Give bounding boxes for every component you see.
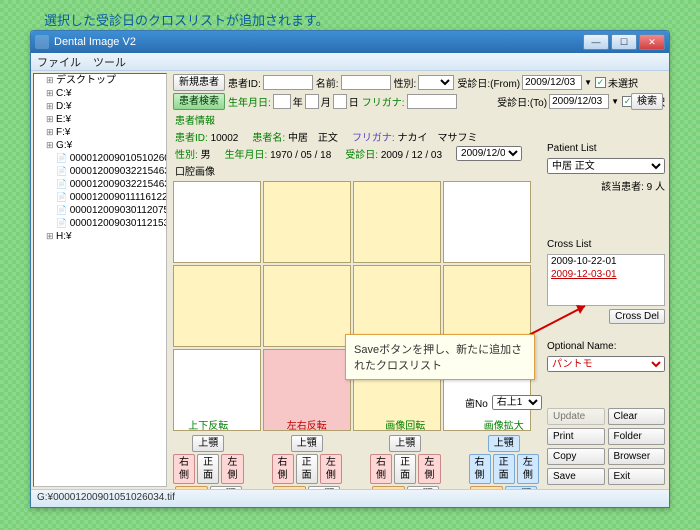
- update-button: Update: [547, 408, 605, 425]
- tree-drive[interactable]: H:¥: [44, 230, 166, 243]
- titlebar: Dental Image V2 — ☐ ✕: [31, 31, 669, 53]
- op-upper[interactable]: 上顎: [389, 435, 421, 452]
- menu-tool[interactable]: ツール: [93, 54, 126, 70]
- name-input[interactable]: [341, 75, 391, 90]
- grid-cell[interactable]: [443, 181, 531, 263]
- tooth-no-label: 歯No: [465, 395, 488, 410]
- tree-root[interactable]: デスクトップ: [44, 74, 166, 87]
- tree-drive[interactable]: F:¥: [44, 126, 166, 139]
- close-button[interactable]: ✕: [639, 34, 665, 50]
- birth-search-label: 生年月日:: [228, 94, 271, 109]
- optional-name-select[interactable]: パントモ: [547, 356, 665, 372]
- furigana-input[interactable]: [407, 94, 457, 109]
- print-button[interactable]: Print: [547, 428, 605, 445]
- tree-file[interactable]: 000012009032215463910.JPG: [54, 165, 166, 178]
- folder-tree[interactable]: デスクトップ C:¥ D:¥ E:¥ F:¥ G:¥ 0000120090105…: [33, 73, 167, 487]
- op-left[interactable]: 左側: [221, 454, 243, 484]
- visit-to-input[interactable]: [549, 94, 609, 109]
- grid-cell[interactable]: [263, 265, 351, 347]
- callout-box: Saveボタンを押し、新たに追加されたクロスリスト: [345, 334, 535, 380]
- op-front[interactable]: 正面: [296, 454, 318, 484]
- grid-cell[interactable]: [173, 265, 261, 347]
- patient-id-value: 10002: [211, 133, 239, 144]
- app-window: Dental Image V2 — ☐ ✕ ファイル ツール デスクトップ C:…: [30, 30, 670, 508]
- visit-from-input[interactable]: [522, 75, 582, 90]
- sex-select[interactable]: [418, 75, 454, 90]
- tree-drive[interactable]: D:¥: [44, 100, 166, 113]
- op-left[interactable]: 左側: [418, 454, 440, 484]
- status-bar: G:¥00001200901051026034.tif: [31, 489, 669, 507]
- op-left[interactable]: 左側: [517, 454, 539, 484]
- save-button[interactable]: Save: [547, 468, 605, 485]
- patient-id-input[interactable]: [263, 75, 313, 90]
- grid-cell[interactable]: [173, 181, 261, 263]
- from-unselected-checkbox[interactable]: ✓未選択: [595, 75, 638, 90]
- name-label: 名前:: [316, 75, 339, 90]
- cross-list[interactable]: 2009-10-22-01 2009-12-03-01: [547, 254, 665, 306]
- cross-list-label: Cross List: [547, 239, 665, 250]
- optional-name-label: Optional Name:: [547, 341, 665, 352]
- op-upper[interactable]: 上顎: [488, 435, 520, 452]
- sex-label: 性別:: [394, 75, 417, 90]
- birth-y[interactable]: [273, 94, 291, 109]
- app-icon: [35, 35, 49, 49]
- tree-file[interactable]: 000012009011116122U.JPG: [54, 191, 166, 204]
- search-patient-button[interactable]: 患者検索: [173, 93, 225, 110]
- visit-from-label: 受診日:(From): [457, 75, 520, 90]
- patient-birth-value: 1970 / 05 / 18: [270, 150, 331, 161]
- tooth-no-select[interactable]: 右上1: [492, 395, 542, 410]
- assigned-count: 9: [647, 182, 653, 193]
- op-front[interactable]: 正面: [197, 454, 219, 484]
- browser-button[interactable]: Browser: [608, 448, 666, 465]
- op-right[interactable]: 右側: [272, 454, 294, 484]
- patient-name-value: 中居 正文: [288, 133, 338, 144]
- maximize-button[interactable]: ☐: [611, 34, 637, 50]
- patient-id-label: 患者ID:: [228, 75, 261, 90]
- patient-visit-value: 2009 / 12 / 03: [381, 150, 442, 161]
- main-panel: 新規患者 患者ID: 名前: 性別: 受診日:(From)▼ ✓未選択 患者検索…: [169, 71, 669, 489]
- menu-file[interactable]: ファイル: [37, 54, 81, 70]
- clear-button[interactable]: Clear: [608, 408, 666, 425]
- tree-file[interactable]: 000012009030112153769L.JPG: [54, 217, 166, 230]
- op-front[interactable]: 正面: [493, 454, 515, 484]
- search-button[interactable]: 検索: [631, 93, 663, 110]
- op-front[interactable]: 正面: [394, 454, 416, 484]
- tree-drive[interactable]: C:¥: [44, 87, 166, 100]
- op-right[interactable]: 右側: [173, 454, 195, 484]
- visit-to-label: 受診日:(To): [497, 94, 547, 109]
- cross-del-button[interactable]: Cross Del: [609, 309, 665, 324]
- cross-list-item[interactable]: 2009-12-03-01: [548, 268, 664, 281]
- tree-file[interactable]: 000012009032215463910.JPG: [54, 178, 166, 191]
- tree-drive[interactable]: E:¥: [44, 113, 166, 126]
- exit-button[interactable]: Exit: [608, 468, 666, 485]
- menubar: ファイル ツール: [31, 53, 669, 71]
- minimize-button[interactable]: —: [583, 34, 609, 50]
- furigana-search-label: フリガナ:: [362, 94, 405, 109]
- window-title: Dental Image V2: [54, 36, 136, 48]
- op-left[interactable]: 左側: [320, 454, 342, 484]
- patient-furigana-value: ナカイ マサフミ: [398, 133, 478, 144]
- patient-sex-value: 男: [201, 150, 211, 161]
- patient-info-label: 患者情報: [171, 111, 667, 128]
- tree-drive[interactable]: G:¥: [44, 139, 166, 152]
- birth-d[interactable]: [333, 94, 347, 109]
- copy-button[interactable]: Copy: [547, 448, 605, 465]
- tree-file[interactable]: 000012009030112075810.JPG: [54, 204, 166, 217]
- patient-list-label: Patient List: [547, 143, 665, 154]
- visit-date-select[interactable]: 2009/12/03: [456, 146, 522, 161]
- new-patient-button[interactable]: 新規患者: [173, 74, 225, 91]
- birth-m[interactable]: [305, 94, 319, 109]
- op-right[interactable]: 右側: [469, 454, 491, 484]
- cross-list-item[interactable]: 2009-10-22-01: [548, 255, 664, 268]
- tree-file[interactable]: 00001200901051026034.tif: [54, 152, 166, 165]
- grid-cell[interactable]: [353, 181, 441, 263]
- patient-list-select[interactable]: 中居 正文: [547, 158, 665, 174]
- op-right[interactable]: 右側: [370, 454, 392, 484]
- folder-button[interactable]: Folder: [608, 428, 666, 445]
- op-upper[interactable]: 上顎: [291, 435, 323, 452]
- grid-cell[interactable]: [263, 181, 351, 263]
- op-upper[interactable]: 上顎: [192, 435, 224, 452]
